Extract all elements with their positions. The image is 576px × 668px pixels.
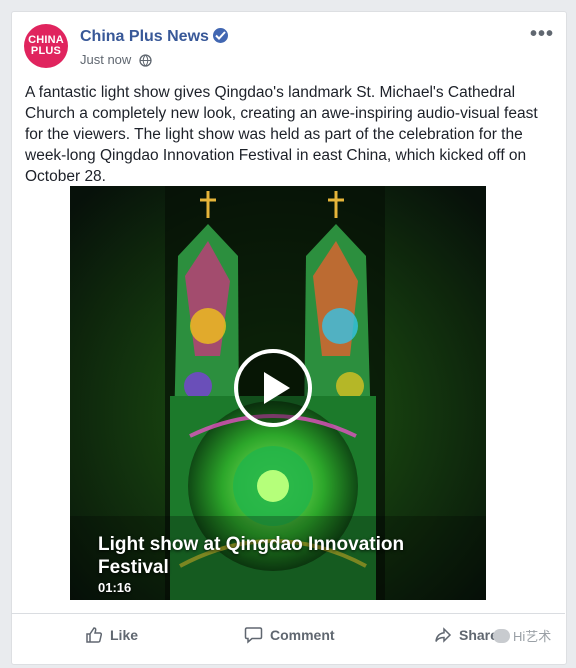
page-name-link[interactable]: China Plus News [80, 28, 228, 46]
like-icon [86, 627, 103, 643]
verified-badge-icon [212, 28, 228, 43]
avatar[interactable]: CHINA PLUS [24, 24, 68, 68]
comment-icon [244, 627, 263, 644]
watermark: Hi艺术 [493, 626, 551, 645]
video-duration: 01:16 [98, 580, 132, 595]
watermark-text: Hi艺术 [513, 629, 552, 644]
like-button[interactable]: Like [85, 626, 138, 644]
like-label: Like [110, 627, 139, 643]
more-options-icon[interactable]: ••• [530, 24, 554, 44]
video-title: Light show at Qingdao Innovation Festiva… [98, 534, 405, 578]
post-actions-bar: Like Comment Share [11, 613, 565, 662]
globe-icon [139, 54, 152, 70]
play-button[interactable] [234, 349, 312, 427]
share-icon [435, 627, 452, 643]
post-time: Just now [80, 52, 152, 70]
wechat-icon [493, 628, 510, 643]
share-button[interactable]: Share [434, 626, 498, 644]
play-icon [264, 372, 290, 404]
page-name[interactable]: China Plus News [80, 28, 209, 45]
timestamp-link[interactable]: Just now [80, 52, 131, 67]
avatar-text-bottom: PLUS [30, 45, 62, 57]
post-header: CHINA PLUS China Plus News Just now ••• [24, 24, 554, 72]
comment-label: Comment [270, 627, 335, 643]
post-text: A fantastic light show gives Qingdao's l… [25, 84, 538, 185]
comment-button[interactable]: Comment [244, 626, 335, 644]
